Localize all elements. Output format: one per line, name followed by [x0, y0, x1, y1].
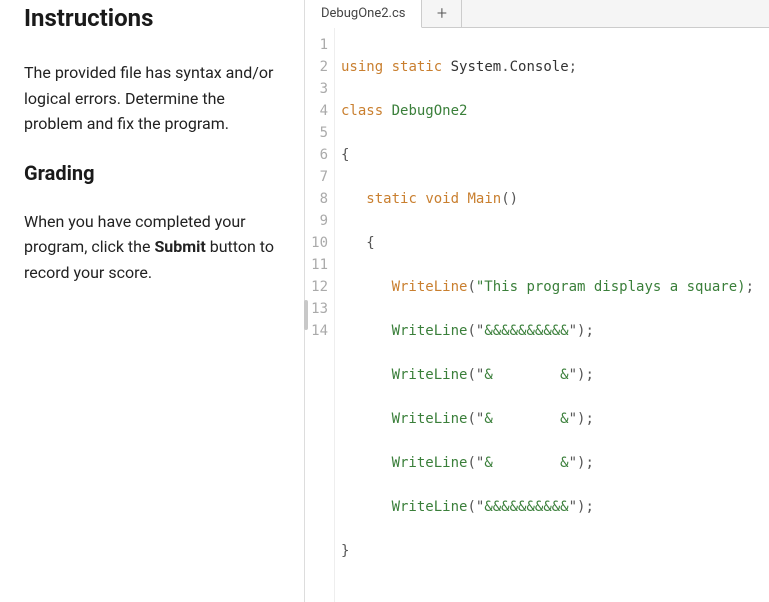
line-number: 13 [305, 298, 328, 320]
panel-resize-handle[interactable] [304, 300, 308, 330]
code-line[interactable] [341, 584, 769, 602]
line-number: 1 [305, 34, 328, 56]
instructions-body: The provided file has syntax and/or logi… [24, 60, 280, 137]
code-line[interactable]: WriteLine("&&&&&&&&&&"); [341, 320, 769, 342]
line-gutter: 1 2 3 4 5 6 7 8 9 10 11 12 13 14 [305, 28, 335, 602]
grading-heading: Grading [24, 161, 280, 185]
line-number: 7 [305, 166, 328, 188]
code-line[interactable]: using static System.Console; [341, 56, 769, 78]
code-line[interactable]: WriteLine("This program displays a squar… [341, 276, 769, 298]
line-number: 10 [305, 232, 328, 254]
code-editor[interactable]: 1 2 3 4 5 6 7 8 9 10 11 12 13 14 using s… [305, 28, 769, 602]
line-number: 5 [305, 122, 328, 144]
code-line[interactable]: WriteLine("& &"); [341, 364, 769, 386]
submit-word: Submit [154, 237, 205, 256]
plus-icon: + [437, 3, 447, 24]
editor-panel: DebugOne2.cs + 1 2 3 4 5 6 7 8 9 10 11 1… [305, 0, 769, 602]
line-number: 4 [305, 100, 328, 122]
add-tab-button[interactable]: + [422, 0, 462, 27]
code-line[interactable]: } [341, 540, 769, 562]
tab-bar: DebugOne2.cs + [305, 0, 769, 28]
code-line[interactable]: static void Main() [341, 188, 769, 210]
code-line[interactable]: WriteLine("& &"); [341, 408, 769, 430]
line-number: 9 [305, 210, 328, 232]
line-number: 14 [305, 320, 328, 342]
line-number: 12 [305, 276, 328, 298]
code-line[interactable]: WriteLine("& &"); [341, 452, 769, 474]
line-number: 6 [305, 144, 328, 166]
line-number: 8 [305, 188, 328, 210]
code-line[interactable]: { [341, 144, 769, 166]
code-line[interactable]: WriteLine("&&&&&&&&&&"); [341, 496, 769, 518]
grading-body: When you have completed your program, cl… [24, 209, 280, 286]
code-area[interactable]: using static System.Console; class Debug… [335, 28, 769, 602]
line-number: 11 [305, 254, 328, 276]
code-line[interactable]: { [341, 232, 769, 254]
file-tab-label: DebugOne2.cs [321, 6, 405, 21]
instructions-heading: Instructions [24, 4, 280, 32]
file-tab[interactable]: DebugOne2.cs [305, 0, 422, 28]
instructions-panel: Instructions The provided file has synta… [0, 0, 305, 602]
line-number: 3 [305, 78, 328, 100]
code-line[interactable]: class DebugOne2 [341, 100, 769, 122]
line-number: 2 [305, 56, 328, 78]
